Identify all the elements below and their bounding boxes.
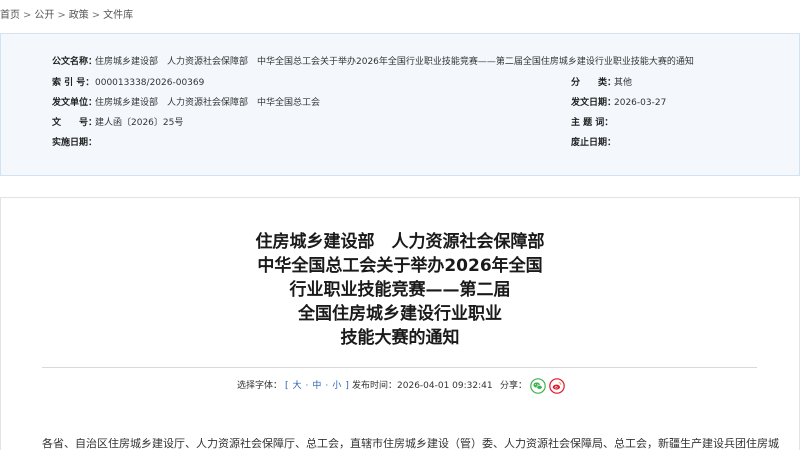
meta-row-dates: 实施日期： 废止日期： [1, 133, 799, 153]
breadcrumb-separator: > [23, 10, 32, 21]
meta-row-issuer: 发文单位： 住房城乡建设部 人力资源社会保障部 中华全国总工会 发文日期： 20… [1, 93, 799, 113]
issue-date-label: 发文日期： [571, 98, 617, 108]
doc-no-value: 建人函〔2026〕25号 [95, 118, 184, 128]
article-title-line: 住房城乡建设部 人力资源社会保障部 [255, 232, 545, 252]
article-title-line: 全国住房城乡建设行业职业 [298, 304, 502, 324]
article-title-line: 行业职业技能竞赛——第二届 [289, 280, 511, 300]
doc-no-label: 文 号： [52, 118, 98, 128]
article-title-line: 中华全国总工会关于举办2026年全国 [257, 256, 543, 276]
breadcrumb: 首页 > 公开 > 政策 > 文件库 [0, 9, 133, 22]
meta-row-doc-no: 文 号： 建人函〔2026〕25号 主 题 词： [1, 113, 799, 133]
breadcrumb-policy-link[interactable]: 政策 [69, 10, 89, 21]
index-no-value: 000013338/2026-00369 [95, 78, 205, 88]
publish-time: 发布时间：2026-04-01 09:32:41 [352, 378, 493, 394]
doc-name-value: 住房城乡建设部 人力资源社会保障部 中华全国总工会关于举办2026年全国行业职业… [95, 57, 694, 67]
font-size-bracket-open: [ [285, 381, 289, 391]
font-size-small-link[interactable]: 小 [332, 381, 341, 391]
document-metadata-panel: 公文名称： 住房城乡建设部 人力资源社会保障部 中华全国总工会关于举办2026年… [0, 33, 800, 176]
category-label: 分 类： [571, 78, 617, 88]
share-label: 分享： [500, 381, 528, 391]
category-value: 其他 [614, 78, 633, 88]
breadcrumb-public-link[interactable]: 公开 [34, 10, 54, 21]
article-title: 住房城乡建设部 人力资源社会保障部 中华全国总工会关于举办2026年全国 行业职… [1, 230, 799, 350]
title-divider [42, 367, 757, 368]
issuer-value: 住房城乡建设部 人力资源社会保障部 中华全国总工会 [95, 98, 321, 108]
share-weibo-button[interactable] [549, 378, 565, 394]
weibo-icon [549, 378, 565, 394]
effective-date-label: 实施日期： [52, 138, 98, 148]
issue-date-value: 2026-03-27 [614, 98, 667, 108]
breadcrumb-home-link[interactable]: 首页 [0, 10, 20, 21]
share-wechat-button[interactable] [530, 378, 546, 394]
index-no-label: 索 引 号： [52, 78, 95, 88]
publish-time-label: 发布时间： [352, 381, 398, 391]
breadcrumb-library-link[interactable]: 文件库 [103, 10, 133, 21]
article-title-line: 技能大赛的通知 [340, 328, 460, 348]
font-size-bracket-close: ] [345, 381, 349, 391]
article-body-paragraph: 各省、自治区住房城乡建设厅、人力资源社会保障厅、总工会，直辖市住房城乡建设（管）… [42, 438, 779, 450]
article-content: 住房城乡建设部 人力资源社会保障部 中华全国总工会关于举办2026年全国 行业职… [0, 197, 800, 450]
breadcrumb-separator: > [91, 10, 101, 21]
article-info-bar: 选择字体： [大 · 中 · 小] 发布时间：2026-04-01 09:32:41 分… [1, 378, 799, 394]
doc-name-label: 公文名称： [52, 57, 98, 67]
breadcrumb-separator: > [57, 10, 66, 21]
publish-time-value: 2026-04-01 09:32:41 [397, 381, 493, 391]
font-size-selector: [大 · 中 · 小] [283, 378, 351, 394]
expiry-date-label: 废止日期： [571, 138, 617, 148]
subject-words-label: 主 题 词： [571, 118, 614, 128]
font-size-separator: · [305, 381, 309, 391]
meta-row-index: 索 引 号： 000013338/2026-00369 分 类： 其他 [1, 73, 799, 93]
font-size-medium-link[interactable]: 中 [312, 381, 321, 391]
font-size-separator: · [325, 381, 329, 391]
font-size-label: 选择字体： [237, 381, 283, 391]
meta-row-doc-name: 公文名称： 住房城乡建设部 人力资源社会保障部 中华全国总工会关于举办2026年… [1, 52, 799, 72]
issuer-label: 发文单位： [52, 98, 98, 108]
font-size-large-link[interactable]: 大 [293, 381, 302, 391]
wechat-icon [530, 378, 546, 394]
